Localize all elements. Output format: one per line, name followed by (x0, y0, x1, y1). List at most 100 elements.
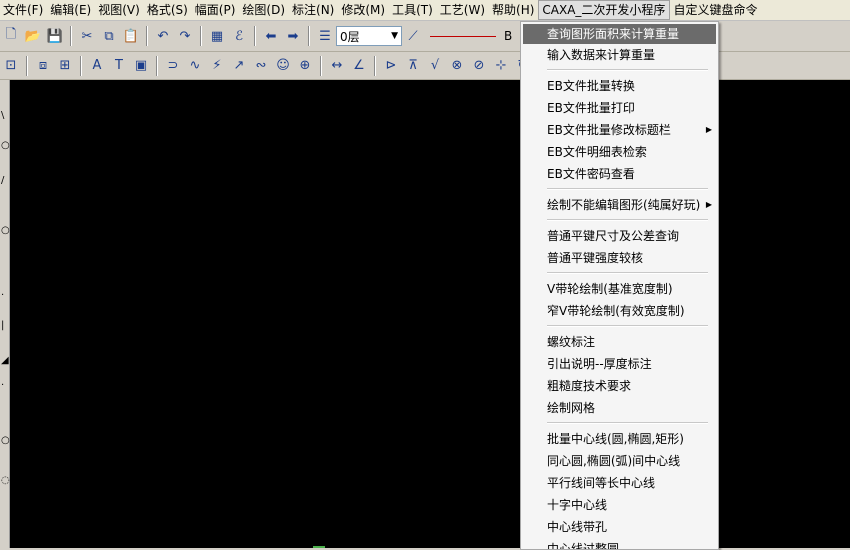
menu-item[interactable]: 平行线间等长中心线 (521, 472, 718, 494)
datum-icon[interactable]: ⊼ (403, 56, 423, 76)
menu-item[interactable]: 绘制网格 (521, 397, 718, 419)
image-icon[interactable]: ▣ (131, 56, 151, 76)
menu-item-label: 查询图形面积来计算重量 (547, 27, 680, 41)
menu-dimension[interactable]: 标注(N) (289, 0, 338, 20)
strip-mark: ○ (1, 140, 10, 151)
menu-item-label: V带轮绘制(基准宽度制) (547, 282, 673, 296)
toolbar-separator (374, 55, 376, 76)
zigzag-icon[interactable]: ⚡ (207, 56, 227, 76)
menu-item-label: EB文件明细表检索 (547, 145, 647, 159)
menu-item[interactable]: 粗糙度技术要求 (521, 375, 718, 397)
menu-item-label: 螺纹标注 (547, 335, 596, 349)
strip-mark: / (1, 175, 5, 186)
menu-separator (547, 69, 708, 71)
title-block-icon[interactable]: ⊞ (55, 56, 75, 76)
undo-icon[interactable]: ↶ (153, 26, 173, 46)
forward-arrow-icon[interactable]: ➡ (283, 26, 303, 46)
menu-edit[interactable]: 编辑(E) (47, 0, 95, 20)
menu-item[interactable]: 中心线带孔 (521, 516, 718, 538)
menu-item-label: 平行线间等长中心线 (547, 476, 656, 490)
menu-item[interactable]: 普通平键尺寸及公差查询 (521, 225, 718, 247)
weld-icon[interactable]: ⊗ (447, 56, 467, 76)
menu-item[interactable]: 中心线过整圆 (521, 538, 718, 550)
menu-caxa-tools[interactable]: CAXA_二次开发小程序 (538, 0, 671, 20)
menu-item-label: EB文件批量转换 (547, 79, 635, 93)
hook-icon[interactable]: ⊃ (163, 56, 183, 76)
balloon-icon[interactable]: ⊘ (469, 56, 489, 76)
menu-item[interactable]: 绘制不能编辑图形(纯属好玩) ▶ (521, 194, 718, 216)
linetype-icon[interactable]: ⟋ (403, 26, 423, 46)
grid-icon[interactable]: ▦ (207, 26, 227, 46)
menu-view[interactable]: 视图(V) (95, 0, 144, 20)
toolbar-separator (308, 26, 310, 46)
menu-item[interactable]: 输入数据来计算重量 (521, 44, 718, 66)
menu-item-label: 输入数据来计算重量 (547, 48, 656, 62)
menu-format[interactable]: 格式(S) (144, 0, 192, 20)
menu-item-label: 引出说明--厚度标注 (547, 357, 652, 371)
layer-select[interactable]: 0层 ▼ (336, 26, 402, 46)
text-box-icon[interactable]: T (109, 56, 129, 76)
menu-item[interactable]: 查询图形面积来计算重量 (523, 24, 716, 44)
menu-item[interactable]: V带轮绘制(基准宽度制) (521, 278, 718, 300)
layers-icon[interactable]: ☰ (315, 26, 335, 46)
menu-help[interactable]: 帮助(H) (489, 0, 538, 20)
menu-file[interactable]: 文件(F) (0, 0, 47, 20)
tolerance-icon[interactable]: ⊳ (381, 56, 401, 76)
strip-mark: ◢ (1, 355, 9, 366)
menu-custom-keys[interactable]: 自定义键盘命令 (670, 0, 761, 20)
toolbar-separator (156, 55, 158, 76)
open-folder-icon[interactable]: 📂 (23, 26, 43, 46)
menu-tools[interactable]: 工具(T) (389, 0, 437, 20)
wave-icon[interactable]: ∿ (185, 56, 205, 76)
dimension-icon[interactable]: ↔ (327, 56, 347, 76)
cut-icon[interactable]: ✂ (77, 26, 97, 46)
menu-craft[interactable]: 工艺(W) (437, 0, 489, 20)
menu-item-label: 中心线过整圆 (547, 542, 620, 550)
menu-item[interactable]: 批量中心线(圆,椭圆,矩形) (521, 428, 718, 450)
submenu-arrow-icon: ▶ (705, 125, 712, 134)
roughness-icon[interactable]: √ (425, 56, 445, 76)
italic-e-icon[interactable]: ℰ (229, 26, 249, 46)
menu-separator (547, 422, 708, 424)
menu-item-label: 窄V带轮绘制(有效宽度制) (547, 304, 685, 318)
menu-item[interactable]: EB文件批量打印 (521, 97, 718, 119)
angle-icon[interactable]: ∠ (349, 56, 369, 76)
menu-draw[interactable]: 绘图(D) (239, 0, 289, 20)
menu-item[interactable]: 普通平键强度较核 (521, 247, 718, 269)
spline-icon[interactable]: ∾ (251, 56, 271, 76)
user-icon[interactable]: ☺ (273, 56, 293, 76)
menu-sheet[interactable]: 幅面(P) (192, 0, 240, 20)
menu-item[interactable]: 十字中心线 (521, 494, 718, 516)
save-icon[interactable]: 💾 (45, 26, 65, 46)
menu-item-label: 普通平键尺寸及公差查询 (547, 229, 680, 243)
menu-item[interactable]: 引出说明--厚度标注 (521, 353, 718, 375)
menu-item[interactable]: 窄V带轮绘制(有效宽度制) (521, 300, 718, 322)
frame-icon[interactable]: ⧈ (33, 56, 53, 76)
menu-separator (547, 219, 708, 221)
standard-toolbar: 🗋 📂 💾 ✂ ⧉ 📋 ↶ ↷ ▦ ℰ ⬅ ➡ ☰ 0层 ▼ ⟋ B (0, 21, 850, 52)
menu-item[interactable]: 同心圆,椭圆(弧)间中心线 (521, 450, 718, 472)
menu-item[interactable]: EB文件批量修改标题栏 ▶ (521, 119, 718, 141)
center-mark-icon[interactable]: ⊹ (491, 56, 511, 76)
copy-icon[interactable]: ⧉ (99, 26, 119, 46)
menu-item[interactable]: 螺纹标注 (521, 331, 718, 353)
crosshair-icon[interactable]: ⊕ (295, 56, 315, 76)
menu-item[interactable]: EB文件明细表检索 (521, 141, 718, 163)
snap-icon[interactable]: ⊡ (1, 56, 21, 76)
menu-item[interactable]: EB文件批量转换 (521, 75, 718, 97)
menu-item-label: 普通平键强度较核 (547, 251, 644, 265)
line-color-sample[interactable] (428, 27, 498, 45)
redo-icon[interactable]: ↷ (175, 26, 195, 46)
layer-value: 0层 (340, 29, 360, 44)
toolbar-separator (70, 26, 72, 46)
text-icon[interactable]: A (87, 56, 107, 76)
arrow-icon[interactable]: ↗ (229, 56, 249, 76)
new-file-icon[interactable]: 🗋 (1, 26, 21, 46)
strip-mark: · (1, 380, 5, 391)
menu-separator (547, 272, 708, 274)
drawing-canvas[interactable] (10, 80, 850, 548)
menu-item[interactable]: EB文件密码查看 (521, 163, 718, 185)
paste-icon[interactable]: 📋 (121, 26, 141, 46)
back-arrow-icon[interactable]: ⬅ (261, 26, 281, 46)
menu-modify[interactable]: 修改(M) (338, 0, 389, 20)
